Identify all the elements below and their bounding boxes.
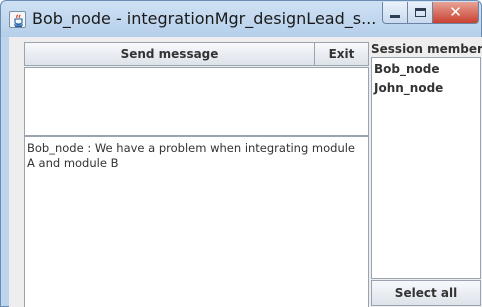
minimize-button[interactable] bbox=[382, 2, 408, 24]
select-all-button[interactable]: Select all bbox=[371, 280, 481, 306]
session-members-list[interactable]: Bob_node John_node bbox=[371, 57, 481, 279]
session-members-title: Session members bbox=[371, 42, 482, 56]
java-app-icon[interactable] bbox=[9, 11, 26, 28]
close-icon: ✕ bbox=[449, 3, 462, 21]
maximize-icon bbox=[414, 8, 426, 17]
window-title: Bob_node - integrationMgr_designLead_s..… bbox=[32, 9, 377, 28]
maximize-button[interactable] bbox=[408, 2, 433, 24]
chat-window: Bob_node - integrationMgr_designLead_s..… bbox=[0, 0, 482, 307]
minimize-icon bbox=[390, 14, 400, 18]
list-item[interactable]: Bob_node bbox=[374, 60, 478, 79]
title-bar[interactable]: Bob_node - integrationMgr_designLead_s..… bbox=[1, 1, 481, 37]
window-content: Send message Exit Bob_node : We have a p… bbox=[9, 37, 482, 307]
message-input[interactable] bbox=[24, 67, 369, 136]
list-item[interactable]: John_node bbox=[374, 79, 478, 98]
chat-log[interactable]: Bob_node : We have a problem when integr… bbox=[24, 136, 369, 307]
close-button[interactable]: ✕ bbox=[433, 2, 479, 24]
send-message-button[interactable]: Send message bbox=[24, 42, 315, 66]
exit-button[interactable]: Exit bbox=[315, 42, 369, 66]
